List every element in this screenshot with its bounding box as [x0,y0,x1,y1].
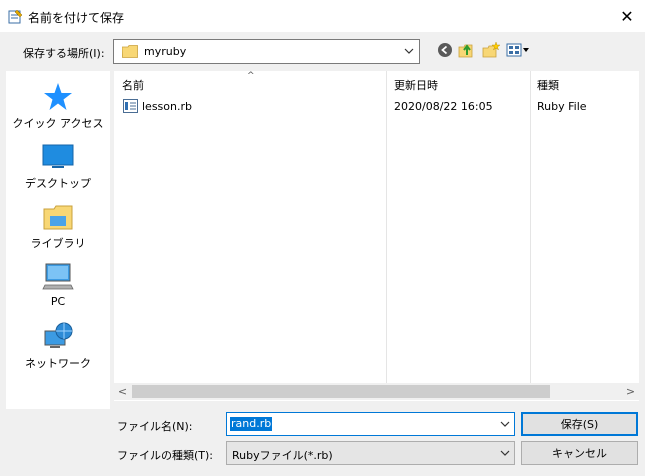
new-folder-button[interactable] [481,41,501,59]
chevron-down-icon[interactable] [499,418,511,430]
cancel-button-label: キャンセル [552,447,607,460]
chevron-down-icon[interactable] [403,45,415,57]
file-row[interactable]: lesson.rb 2020/08/22 16:05 Ruby File [114,97,639,117]
up-folder-icon [458,44,473,58]
pc-icon [42,263,74,290]
column-divider[interactable] [386,71,387,383]
horizontal-scrollbar[interactable]: < > [114,383,639,400]
new-folder-icon [482,41,500,58]
place-label: クイック アクセス [12,117,104,130]
cancel-button[interactable]: キャンセル [521,441,638,465]
save-button[interactable]: 保存(S) [521,412,638,436]
file-type: Ruby File [537,100,587,113]
place-quick-access[interactable]: クイック アクセス [6,81,110,137]
scroll-right-arrow-icon[interactable]: > [622,383,639,400]
close-button[interactable]: ✕ [609,0,645,32]
sort-ascending-icon: ^ [247,71,255,81]
column-divider[interactable] [530,71,531,383]
back-arrow-icon [438,43,452,57]
save-dialog-icon [8,9,23,24]
desktop-icon [42,144,74,168]
places-bar: クイック アクセス デスクトップ ライブラリ PC ネットワーク [6,71,110,409]
file-name-label: ファイル名(N): [117,420,193,433]
place-pc[interactable]: PC [6,261,110,317]
column-header-name[interactable]: 名前 [122,77,144,93]
file-list[interactable]: ^ 名前 更新日時 種類 lesson.rb 2020/08/22 16:05 … [114,71,639,401]
file-name-input[interactable]: rand.rb [226,412,515,436]
view-menu-button[interactable] [505,41,531,59]
close-icon: ✕ [620,6,634,26]
place-label: デスクトップ [25,177,91,190]
scroll-left-arrow-icon[interactable]: < [114,383,131,400]
up-one-level-button[interactable] [457,41,477,59]
quick-access-star-icon [44,83,72,110]
view-menu-icon [506,43,529,57]
place-desktop[interactable]: デスクトップ [6,141,110,197]
ruby-file-icon [123,99,138,113]
file-type-value: Rubyファイル(*.rb) [232,449,333,462]
file-type-label: ファイルの種類(T): [117,449,214,462]
file-modified: 2020/08/22 16:05 [394,100,493,113]
file-type-combo[interactable]: Rubyファイル(*.rb) [226,441,515,465]
place-network[interactable]: ネットワーク [6,321,110,377]
folder-icon [122,45,138,58]
network-icon [44,322,73,348]
title-bar: 名前を付けて保存 ✕ [0,0,645,32]
place-label: ライブラリ [30,237,86,250]
save-location-value: myruby [144,45,187,58]
save-location-combo[interactable]: myruby [113,39,420,64]
column-header-modified[interactable]: 更新日時 [394,77,438,93]
save-button-label: 保存(S) [560,418,599,431]
place-library[interactable]: ライブラリ [6,201,110,257]
column-header-type[interactable]: 種類 [537,77,559,93]
place-label: ネットワーク [25,357,91,370]
library-icon [43,205,73,230]
file-name-value[interactable]: rand.rb [230,417,273,431]
chevron-down-icon[interactable] [499,447,511,459]
window-title: 名前を付けて保存 [28,11,125,25]
back-button[interactable] [435,41,455,59]
place-label: PC [50,295,66,308]
scroll-thumb[interactable] [132,385,550,398]
save-location-label: 保存する場所(I): [23,47,105,60]
file-name: lesson.rb [142,100,192,113]
